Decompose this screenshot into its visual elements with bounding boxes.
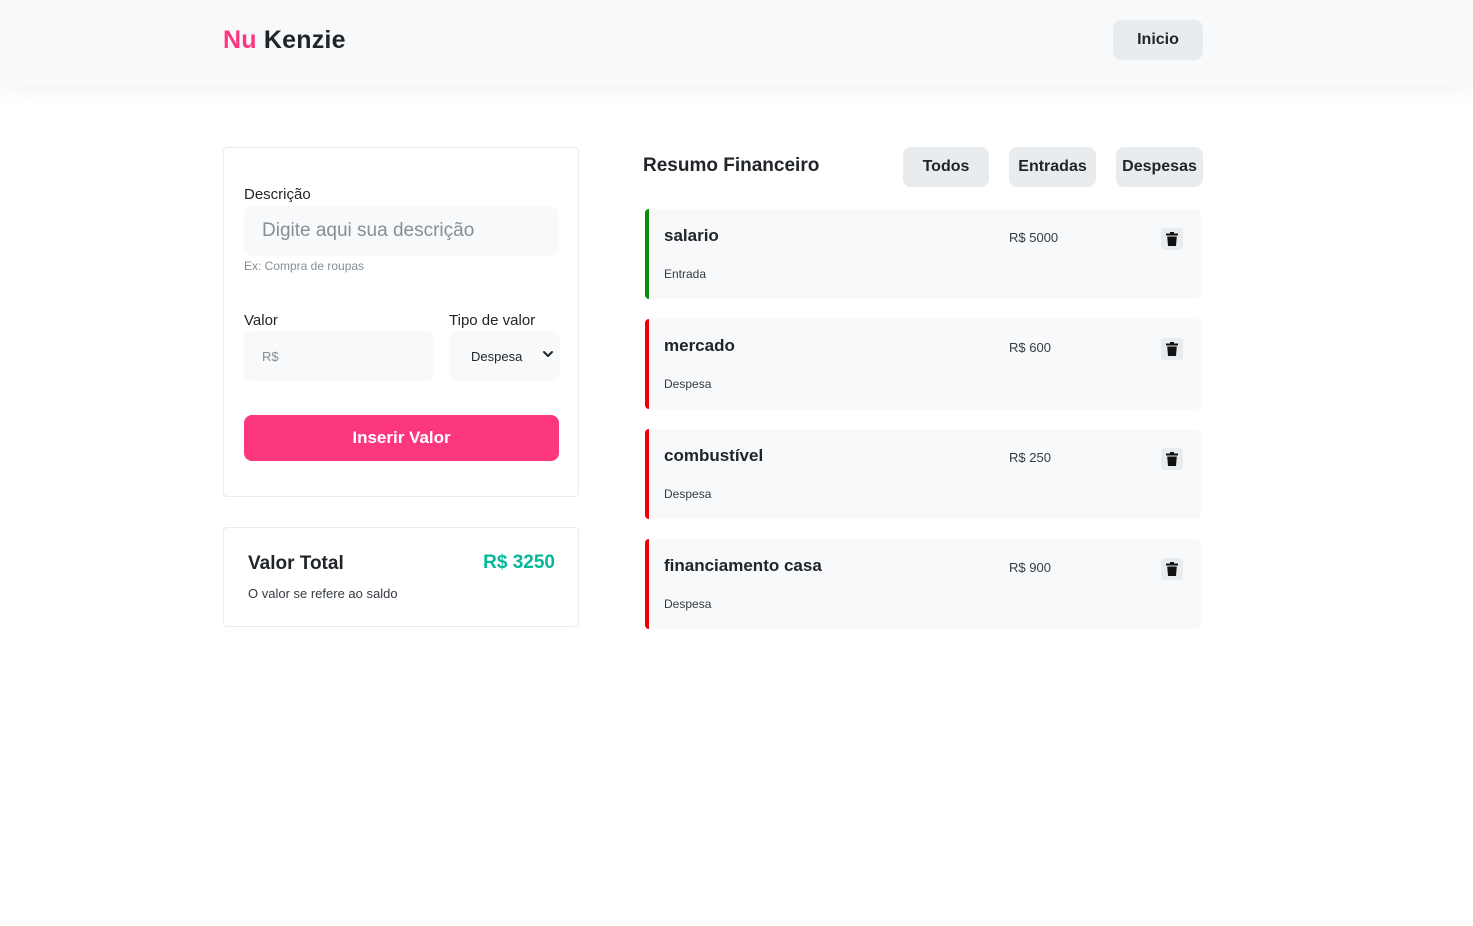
entry-type: Entrada [664,267,707,281]
valor-label: Valor [244,312,278,329]
entry-type: Despesa [664,487,712,501]
entry-name: financiamento casa [664,556,822,575]
filter-entradas-button[interactable]: Entradas [1009,147,1096,187]
tipo-valor-label: Tipo de valor [449,312,536,329]
logo-kenzie: Kenzie [263,26,346,54]
list-item: combustível R$ 250 Despesa [645,429,1201,519]
trash-icon [1166,452,1178,466]
delete-entry-button[interactable] [1161,228,1183,250]
descricao-input[interactable] [244,206,559,256]
entry-type: Despesa [664,377,712,391]
list-item: mercado R$ 600 Despesa [645,319,1201,409]
filter-todos-button[interactable]: Todos [903,147,989,187]
tipo-valor-select[interactable]: Despesa [449,331,560,381]
entry-value: R$ 600 [1009,340,1051,355]
entry-value: R$ 5000 [1009,230,1059,245]
entry-name: salario [664,226,719,245]
trash-icon [1166,342,1178,356]
logo-nu: Nu [223,26,257,54]
entry-value: R$ 900 [1009,560,1051,575]
trash-icon [1166,562,1178,576]
app-header: Nu Kenzie Inicio [0,0,1473,85]
resumo-title: Resumo Financeiro [643,155,820,176]
delete-entry-button[interactable] [1161,558,1183,580]
inserir-valor-button[interactable]: Inserir Valor [244,415,559,461]
delete-entry-button[interactable] [1161,338,1183,360]
valor-input[interactable] [244,331,434,381]
descricao-label: Descrição [244,186,311,203]
total-subtitle: O valor se refere ao saldo [248,586,398,601]
descricao-hint: Ex: Compra de roupas [244,259,365,273]
entry-name: combustível [664,446,764,465]
inicio-button[interactable]: Inicio [1113,20,1203,60]
logo: Nu Kenzie [223,26,346,55]
list-item: financiamento casa R$ 900 Despesa [645,539,1201,629]
entry-type: Despesa [664,597,712,611]
total-card: Valor Total R$ 3250 O valor se refere ao… [223,527,579,627]
total-title: Valor Total [248,553,344,574]
entry-form: Descrição Ex: Compra de roupas Valor Tip… [223,147,579,497]
filter-despesas-button[interactable]: Despesas [1116,147,1203,187]
tipo-valor-selected: Despesa [471,348,523,364]
chevron-down-icon [543,351,553,357]
entry-name: mercado [664,336,735,355]
list-item: salario R$ 5000 Entrada [645,209,1201,299]
total-value: R$ 3250 [483,552,555,573]
trash-icon [1166,232,1178,246]
entry-value: R$ 250 [1009,450,1051,465]
delete-entry-button[interactable] [1161,448,1183,470]
